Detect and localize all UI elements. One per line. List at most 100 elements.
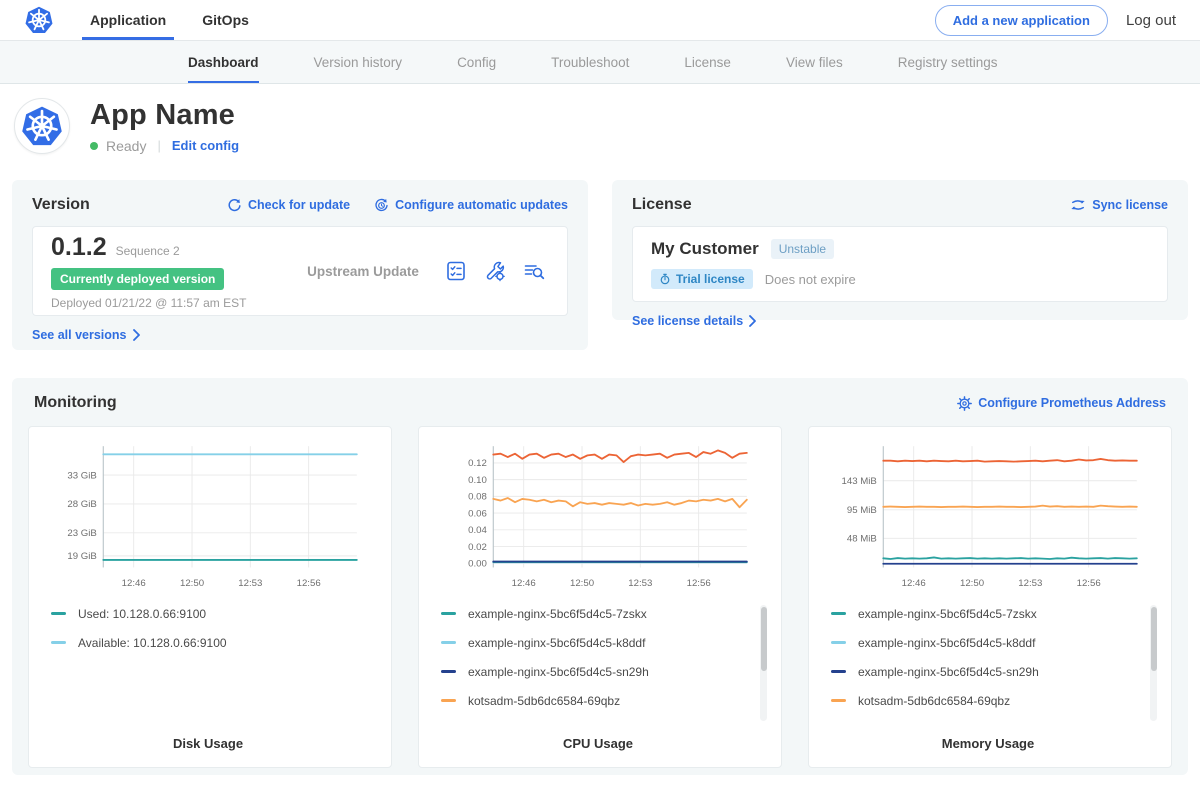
series-color-dash xyxy=(441,670,456,673)
legend-item: Used: 10.128.0.66:9100 xyxy=(51,605,359,622)
legend-scrollbar[interactable] xyxy=(760,605,767,721)
series-color-dash xyxy=(831,612,846,615)
svg-text:12:46: 12:46 xyxy=(512,578,536,589)
channel-badge: Unstable xyxy=(771,239,834,259)
top-navbar: Application GitOps Add a new application… xyxy=(0,0,1200,41)
see-license-details-link[interactable]: See license details xyxy=(632,314,757,328)
svg-text:19 GiB: 19 GiB xyxy=(67,551,96,562)
sequence-label: Sequence 2 xyxy=(116,244,180,258)
tab-registry-settings[interactable]: Registry settings xyxy=(898,41,998,83)
disk-usage-card: 33 GiB28 GiB23 GiB19 GiB12:4612:5012:531… xyxy=(28,426,392,768)
cpu-usage-legend: example-nginx-5bc6f5d4c5-7zskx example-n… xyxy=(441,605,769,723)
app-avatar xyxy=(14,98,70,154)
svg-text:0.00: 0.00 xyxy=(468,558,487,569)
memory-usage-chart: 143 MiB95 MiB48 MiB12:4612:5012:5312:56 xyxy=(817,437,1159,595)
topnav-right: Add a new application Log out xyxy=(935,0,1176,40)
legend-scrollbar[interactable] xyxy=(1150,605,1157,721)
series-color-dash xyxy=(831,641,846,644)
customer-name: My Customer xyxy=(651,239,759,259)
svg-text:12:46: 12:46 xyxy=(902,578,926,589)
legend-item: example-nginx-5bc6f5d4c5-sn29h xyxy=(441,663,749,680)
svg-text:12:56: 12:56 xyxy=(687,578,711,589)
tab-view-files[interactable]: View files xyxy=(786,41,843,83)
sync-license-link[interactable]: Sync license xyxy=(1070,198,1168,212)
svg-text:0.04: 0.04 xyxy=(468,525,487,536)
tab-version-history[interactable]: Version history xyxy=(314,41,403,83)
release-notes-icon[interactable] xyxy=(445,260,467,282)
topnav-tabs: Application GitOps xyxy=(88,0,251,40)
monitoring-title: Monitoring xyxy=(34,394,117,412)
cpu-usage-card: 0.120.100.080.060.040.020.0012:4612:5012… xyxy=(418,426,782,768)
divider: | xyxy=(157,138,160,153)
view-diff-icon[interactable] xyxy=(523,260,545,282)
tab-application[interactable]: Application xyxy=(88,0,168,40)
svg-text:12:46: 12:46 xyxy=(122,578,146,589)
cpu-usage-chart: 0.120.100.080.060.040.020.0012:4612:5012… xyxy=(427,437,769,595)
disk-usage-legend: Used: 10.128.0.66:9100 Available: 10.128… xyxy=(51,605,379,723)
svg-text:0.12: 0.12 xyxy=(468,458,487,469)
page-title: App Name xyxy=(90,99,239,132)
legend-item: example-nginx-5bc6f5d4c5-7zskx xyxy=(831,605,1139,622)
current-version-row: 0.1.2 Sequence 2 Currently deployed vers… xyxy=(32,226,568,316)
svg-text:23 GiB: 23 GiB xyxy=(67,528,96,539)
status-text: Ready xyxy=(106,138,146,154)
chart-title: CPU Usage xyxy=(427,736,769,759)
edit-config-icon[interactable] xyxy=(484,260,506,282)
edit-config-link[interactable]: Edit config xyxy=(172,138,239,153)
chevron-right-icon xyxy=(748,315,757,327)
upstream-update-label: Upstream Update xyxy=(281,264,445,279)
app-header: App Name Ready | Edit config xyxy=(0,84,1200,168)
logout-button[interactable]: Log out xyxy=(1126,12,1176,29)
deployed-timestamp: Deployed 01/21/22 @ 11:57 am EST xyxy=(51,296,281,310)
svg-text:12:53: 12:53 xyxy=(238,578,262,589)
tab-license[interactable]: License xyxy=(684,41,731,83)
svg-text:95 MiB: 95 MiB xyxy=(847,505,877,516)
version-card-title: Version xyxy=(32,196,90,214)
configure-prometheus-link[interactable]: Configure Prometheus Address xyxy=(957,396,1166,411)
chart-title: Disk Usage xyxy=(37,736,379,759)
svg-text:12:56: 12:56 xyxy=(297,578,321,589)
deployed-badge: Currently deployed version xyxy=(51,268,224,290)
series-color-dash xyxy=(51,641,66,644)
svg-text:0.02: 0.02 xyxy=(468,542,487,553)
series-color-dash xyxy=(441,699,456,702)
svg-text:0.08: 0.08 xyxy=(468,492,487,503)
svg-text:48 MiB: 48 MiB xyxy=(847,534,877,545)
status-dot xyxy=(90,142,98,150)
tab-config[interactable]: Config xyxy=(457,41,496,83)
svg-text:12:53: 12:53 xyxy=(628,578,652,589)
svg-text:12:50: 12:50 xyxy=(960,578,984,589)
gear-icon xyxy=(957,396,972,411)
refresh-icon xyxy=(227,198,242,213)
legend-item: Available: 10.128.0.66:9100 xyxy=(51,634,359,651)
scrollbar-thumb[interactable] xyxy=(761,607,767,671)
check-for-update-link[interactable]: Check for update xyxy=(227,198,350,213)
series-color-dash xyxy=(51,612,66,615)
svg-text:12:50: 12:50 xyxy=(570,578,594,589)
legend-item: example-nginx-5bc6f5d4c5-k8ddf xyxy=(441,634,749,651)
configure-automatic-updates-link[interactable]: Configure automatic updates xyxy=(374,198,568,213)
license-card: License Sync license My Customer Unstabl… xyxy=(612,180,1188,320)
add-application-button[interactable]: Add a new application xyxy=(935,5,1108,36)
license-details-row: My Customer Unstable Trial license Does … xyxy=(632,226,1168,302)
tab-troubleshoot[interactable]: Troubleshoot xyxy=(551,41,629,83)
expiry-text: Does not expire xyxy=(765,272,856,287)
tab-dashboard[interactable]: Dashboard xyxy=(188,41,259,83)
memory-usage-card: 143 MiB95 MiB48 MiB12:4612:5012:5312:56 … xyxy=(808,426,1172,768)
see-all-versions-link[interactable]: See all versions xyxy=(32,328,141,342)
memory-usage-legend: example-nginx-5bc6f5d4c5-7zskx example-n… xyxy=(831,605,1159,723)
scrollbar-thumb[interactable] xyxy=(1151,607,1157,671)
kubernetes-logo[interactable] xyxy=(24,0,54,40)
tab-gitops[interactable]: GitOps xyxy=(200,0,251,40)
svg-text:12:56: 12:56 xyxy=(1077,578,1101,589)
legend-item: example-nginx-5bc6f5d4c5-k8ddf xyxy=(831,634,1139,651)
legend-item: example-nginx-5bc6f5d4c5-sn29h xyxy=(831,663,1139,680)
svg-text:12:53: 12:53 xyxy=(1018,578,1042,589)
legend-item: kotsadm-5db6dc6584-69qbz xyxy=(441,692,749,709)
version-number: 0.1.2 xyxy=(51,233,107,262)
series-color-dash xyxy=(441,612,456,615)
app-subnav: Dashboard Version history Config Trouble… xyxy=(0,41,1200,84)
svg-text:0.10: 0.10 xyxy=(468,475,487,486)
series-color-dash xyxy=(831,699,846,702)
stopwatch-icon xyxy=(659,273,671,285)
